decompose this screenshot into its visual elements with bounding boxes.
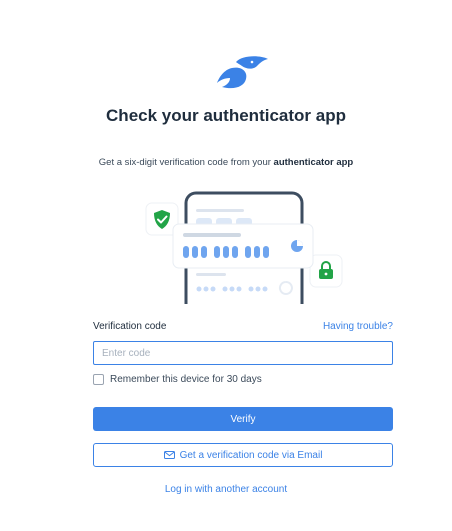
lock-icon	[309, 254, 343, 288]
page-subtitle: Get a six-digit verification code from y…	[0, 157, 452, 168]
remember-device-label: Remember this device for 30 days	[110, 374, 262, 385]
verify-button[interactable]: Verify	[93, 407, 393, 431]
log-in-another-account-link[interactable]: Log in with another account	[0, 484, 452, 495]
verification-code-label: Verification code	[93, 321, 167, 332]
email-code-button[interactable]: Get a verification code via Email	[93, 443, 393, 467]
subtitle-app-name: authenticator app	[273, 157, 354, 168]
verification-code-input[interactable]	[93, 341, 393, 365]
code-card	[172, 223, 314, 269]
brand-logo-icon	[217, 56, 268, 89]
page-title: Check your authenticator app	[106, 106, 346, 125]
timer-pie-icon	[291, 240, 303, 252]
having-trouble-link[interactable]: Having trouble?	[323, 321, 393, 332]
authenticator-illustration	[145, 191, 343, 304]
mail-icon	[163, 451, 175, 459]
remember-device-checkbox[interactable]: Remember this device for 30 days	[93, 374, 262, 385]
subtitle-text: Get a six-digit verification code from y…	[98, 157, 274, 168]
email-code-label: Get a verification code via Email	[179, 449, 323, 461]
checkbox-box[interactable]	[93, 374, 104, 385]
